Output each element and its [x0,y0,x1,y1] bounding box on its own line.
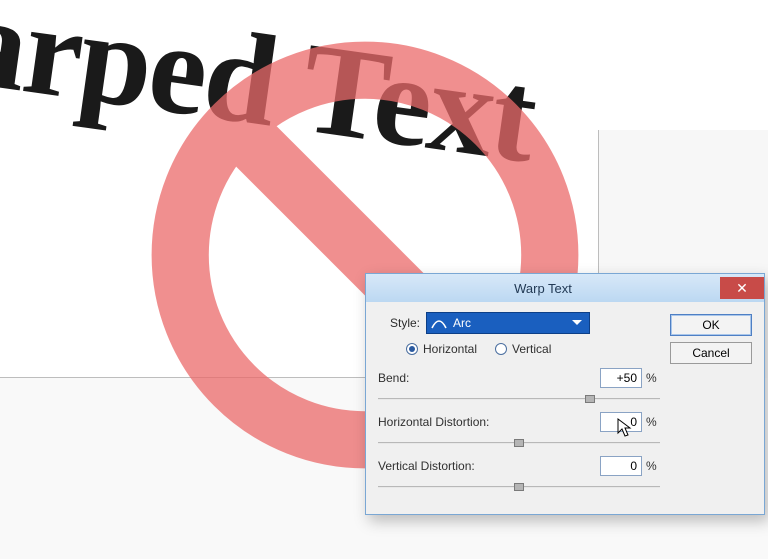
vdist-input[interactable] [600,456,642,476]
hdist-input[interactable] [600,412,642,432]
vdist-label: Vertical Distortion: [378,459,475,473]
ok-button[interactable]: OK [670,314,752,336]
style-value: Arc [453,316,563,330]
slider-thumb[interactable] [514,439,524,447]
controls-column: Style: Arc Horizontal [378,312,660,500]
orientation-row: Horizontal Vertical [406,342,660,356]
hdist-label: Horizontal Distortion: [378,415,489,429]
dialog-titlebar[interactable]: Warp Text ✕ [366,274,764,302]
radio-dot [495,343,507,355]
bend-unit: % [646,371,660,385]
warp-text-dialog: Warp Text ✕ Style: Arc [365,273,765,515]
radio-dot [406,343,418,355]
orientation-horizontal-label: Horizontal [423,342,477,356]
vdist-param: Vertical Distortion: % [378,456,660,494]
arc-icon [431,316,447,330]
dialog-body: Style: Arc Horizontal [366,302,764,514]
slider-thumb[interactable] [514,483,524,491]
bend-label: Bend: [378,371,409,385]
style-dropdown[interactable]: Arc [426,312,590,334]
dialog-title: Warp Text [366,281,720,296]
canvas: arped Text Warp Text ✕ Style: [0,0,768,559]
bend-input[interactable] [600,368,642,388]
style-label: Style: [378,316,420,330]
vdist-slider[interactable] [378,480,660,494]
orientation-vertical[interactable]: Vertical [495,342,551,356]
style-row: Style: Arc [378,312,660,334]
bend-slider[interactable] [378,392,660,406]
bend-param: Bend: % [378,368,660,406]
orientation-vertical-label: Vertical [512,342,551,356]
slider-rail [378,398,660,400]
hdist-slider[interactable] [378,436,660,450]
buttons-column: OK Cancel [670,312,752,500]
cancel-button[interactable]: Cancel [670,342,752,364]
hdist-unit: % [646,415,660,429]
vdist-unit: % [646,459,660,473]
close-button[interactable]: ✕ [720,277,764,299]
hdist-param: Horizontal Distortion: % [378,412,660,450]
slider-thumb[interactable] [585,395,595,403]
close-icon: ✕ [736,281,748,295]
orientation-horizontal[interactable]: Horizontal [406,342,477,356]
chevron-down-icon [569,313,585,333]
